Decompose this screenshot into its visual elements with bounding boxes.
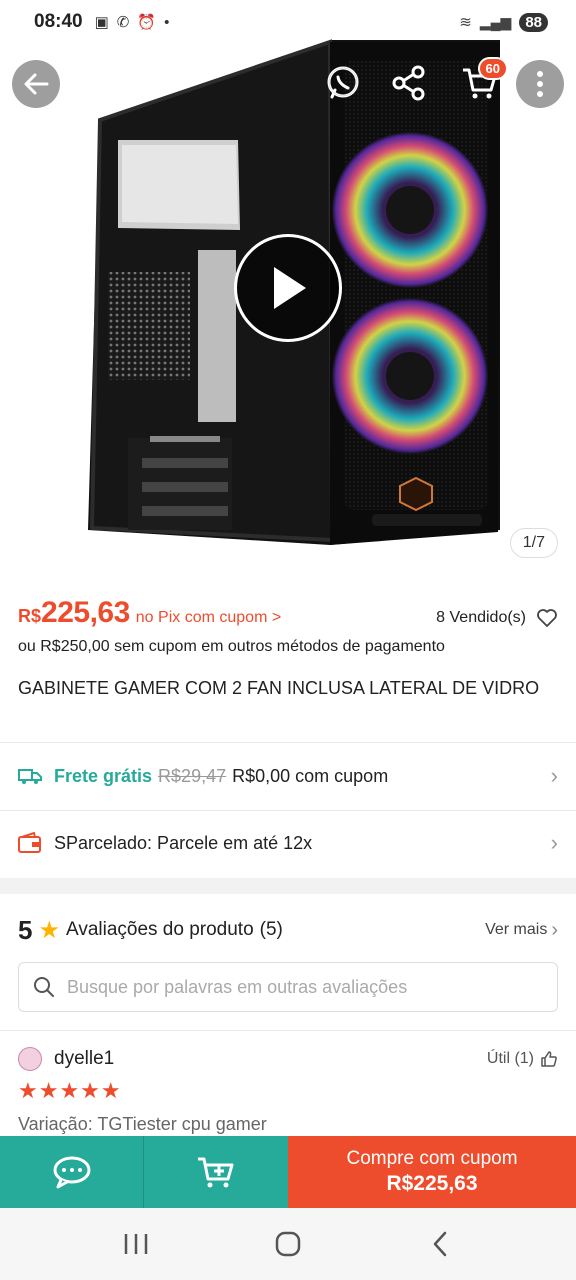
cart-count-badge: 60 <box>477 57 508 80</box>
buy-label: Compre com cupom <box>346 1148 518 1169</box>
play-video-button[interactable] <box>234 234 342 342</box>
whatsapp-icon <box>327 66 359 99</box>
section-gap <box>0 878 576 894</box>
share-icon <box>392 65 425 101</box>
review-stars: ★★★★★ <box>18 1078 122 1103</box>
chevron-right-icon: › <box>550 763 558 788</box>
chat-button[interactable] <box>0 1136 144 1208</box>
wallet-icon <box>18 832 41 853</box>
bottom-action-bar: Compre com cupom R$225,63 <box>0 1136 576 1208</box>
missed-call-icon: ✆ <box>116 14 130 31</box>
status-bar: 08:40 ▣ ✆ ⏰ • ≋ ▂▄▆ 88 <box>0 0 576 44</box>
search-icon <box>34 977 54 997</box>
rating-score: 5 <box>18 914 33 945</box>
useful-label: Útil (1) <box>486 1050 534 1067</box>
divider <box>0 810 576 811</box>
divider <box>0 742 576 743</box>
pix-coupon-link[interactable]: no Pix com cupom > <box>136 609 281 627</box>
heart-icon[interactable] <box>536 608 558 628</box>
shipping-value: R$0,00 com cupom <box>232 765 389 786</box>
share-button[interactable] <box>386 60 432 106</box>
buy-with-coupon-button[interactable]: Compre com cupom R$225,63 <box>288 1136 576 1208</box>
sold-count: 8 Vendido(s) <box>436 609 526 626</box>
reviews-title: Avaliações do produto <box>65 919 254 940</box>
status-notification-icons: ▣ ✆ ⏰ • <box>94 13 170 32</box>
review-variation: Variação: TGTiester cpu gamer <box>18 1114 267 1134</box>
reviews-count: (5) <box>259 919 283 940</box>
shipping-label: Frete grátis <box>54 765 153 786</box>
add-to-cart-icon <box>198 1157 234 1188</box>
sold-info: 8 Vendido(s) <box>436 608 558 628</box>
dot-icon: • <box>164 13 170 31</box>
reviews-search-box[interactable] <box>18 962 558 1012</box>
more-vertical-icon <box>537 71 543 97</box>
system-navigation-bar <box>0 1208 576 1280</box>
see-more-link[interactable]: Ver mais › <box>485 919 558 942</box>
useful-button[interactable]: Útil (1) <box>487 1050 558 1068</box>
chevron-right-icon: › <box>550 830 558 855</box>
reviews-search-input[interactable] <box>67 976 543 998</box>
installments-row[interactable]: SParcelado: Parcele em até 12x › <box>18 823 558 863</box>
add-to-cart-button[interactable] <box>144 1136 288 1208</box>
recent-apps-icon <box>124 1234 148 1254</box>
product-title: GABINETE GAMER COM 2 FAN INCLUSA LATERAL… <box>18 678 540 698</box>
truck-icon <box>18 769 42 784</box>
price-currency: R$ <box>18 606 42 626</box>
price-value: 225,63 <box>41 596 130 629</box>
chevron-right-icon: › <box>551 918 558 941</box>
back-button[interactable] <box>12 60 60 108</box>
home-icon <box>275 1231 301 1257</box>
play-icon <box>274 267 306 309</box>
review-item: dyelle1 Útil (1) ★★★★★ Variação: TGTiest… <box>18 1044 558 1135</box>
wifi-icon: ≋ <box>459 14 472 31</box>
more-options-button[interactable] <box>516 60 564 108</box>
status-time: 08:40 <box>34 11 83 32</box>
back-nav-button[interactable] <box>410 1219 470 1269</box>
whatsapp-share-button[interactable] <box>320 60 366 106</box>
price-row: R$ 225,63 no Pix com cupom > 8 Vendido(s… <box>18 596 558 630</box>
image-counter: 1/7 <box>509 528 558 558</box>
home-button[interactable] <box>258 1219 318 1269</box>
product-image-gallery[interactable]: 60 1/7 <box>0 0 576 578</box>
alarm-icon: ⏰ <box>137 14 157 31</box>
buy-price: R$225,63 <box>386 1172 478 1195</box>
review-username[interactable]: dyelle1 <box>54 1048 114 1070</box>
divider <box>0 1030 576 1031</box>
shipping-row[interactable]: Frete grátis R$29,47 R$0,00 com cupom › <box>18 756 558 796</box>
screenshot-icon: ▣ <box>94 14 109 31</box>
avatar[interactable] <box>18 1047 42 1071</box>
arrow-left-icon <box>24 73 49 95</box>
review-user-row: dyelle1 Útil (1) <box>18 1044 558 1074</box>
installments-text: SParcelado: Parcele em até 12x <box>54 832 313 853</box>
battery-indicator: 88 <box>519 12 548 32</box>
thumbs-up-icon <box>541 1051 557 1067</box>
price-alternative: ou R$250,00 sem cupom em outros métodos … <box>18 638 445 655</box>
chevron-left-icon <box>433 1231 447 1257</box>
recent-apps-button[interactable] <box>106 1219 166 1269</box>
signal-icon: ▂▄▆ <box>479 13 512 30</box>
shipping-old-price: R$29,47 <box>158 765 227 786</box>
reviews-header: 5 ★ Avaliações do produto (5) Ver mais › <box>18 912 558 948</box>
see-more-label: Ver mais <box>485 921 548 938</box>
star-icon: ★ <box>38 916 60 944</box>
cart-button[interactable]: 60 <box>456 57 508 106</box>
chat-icon <box>53 1156 90 1189</box>
